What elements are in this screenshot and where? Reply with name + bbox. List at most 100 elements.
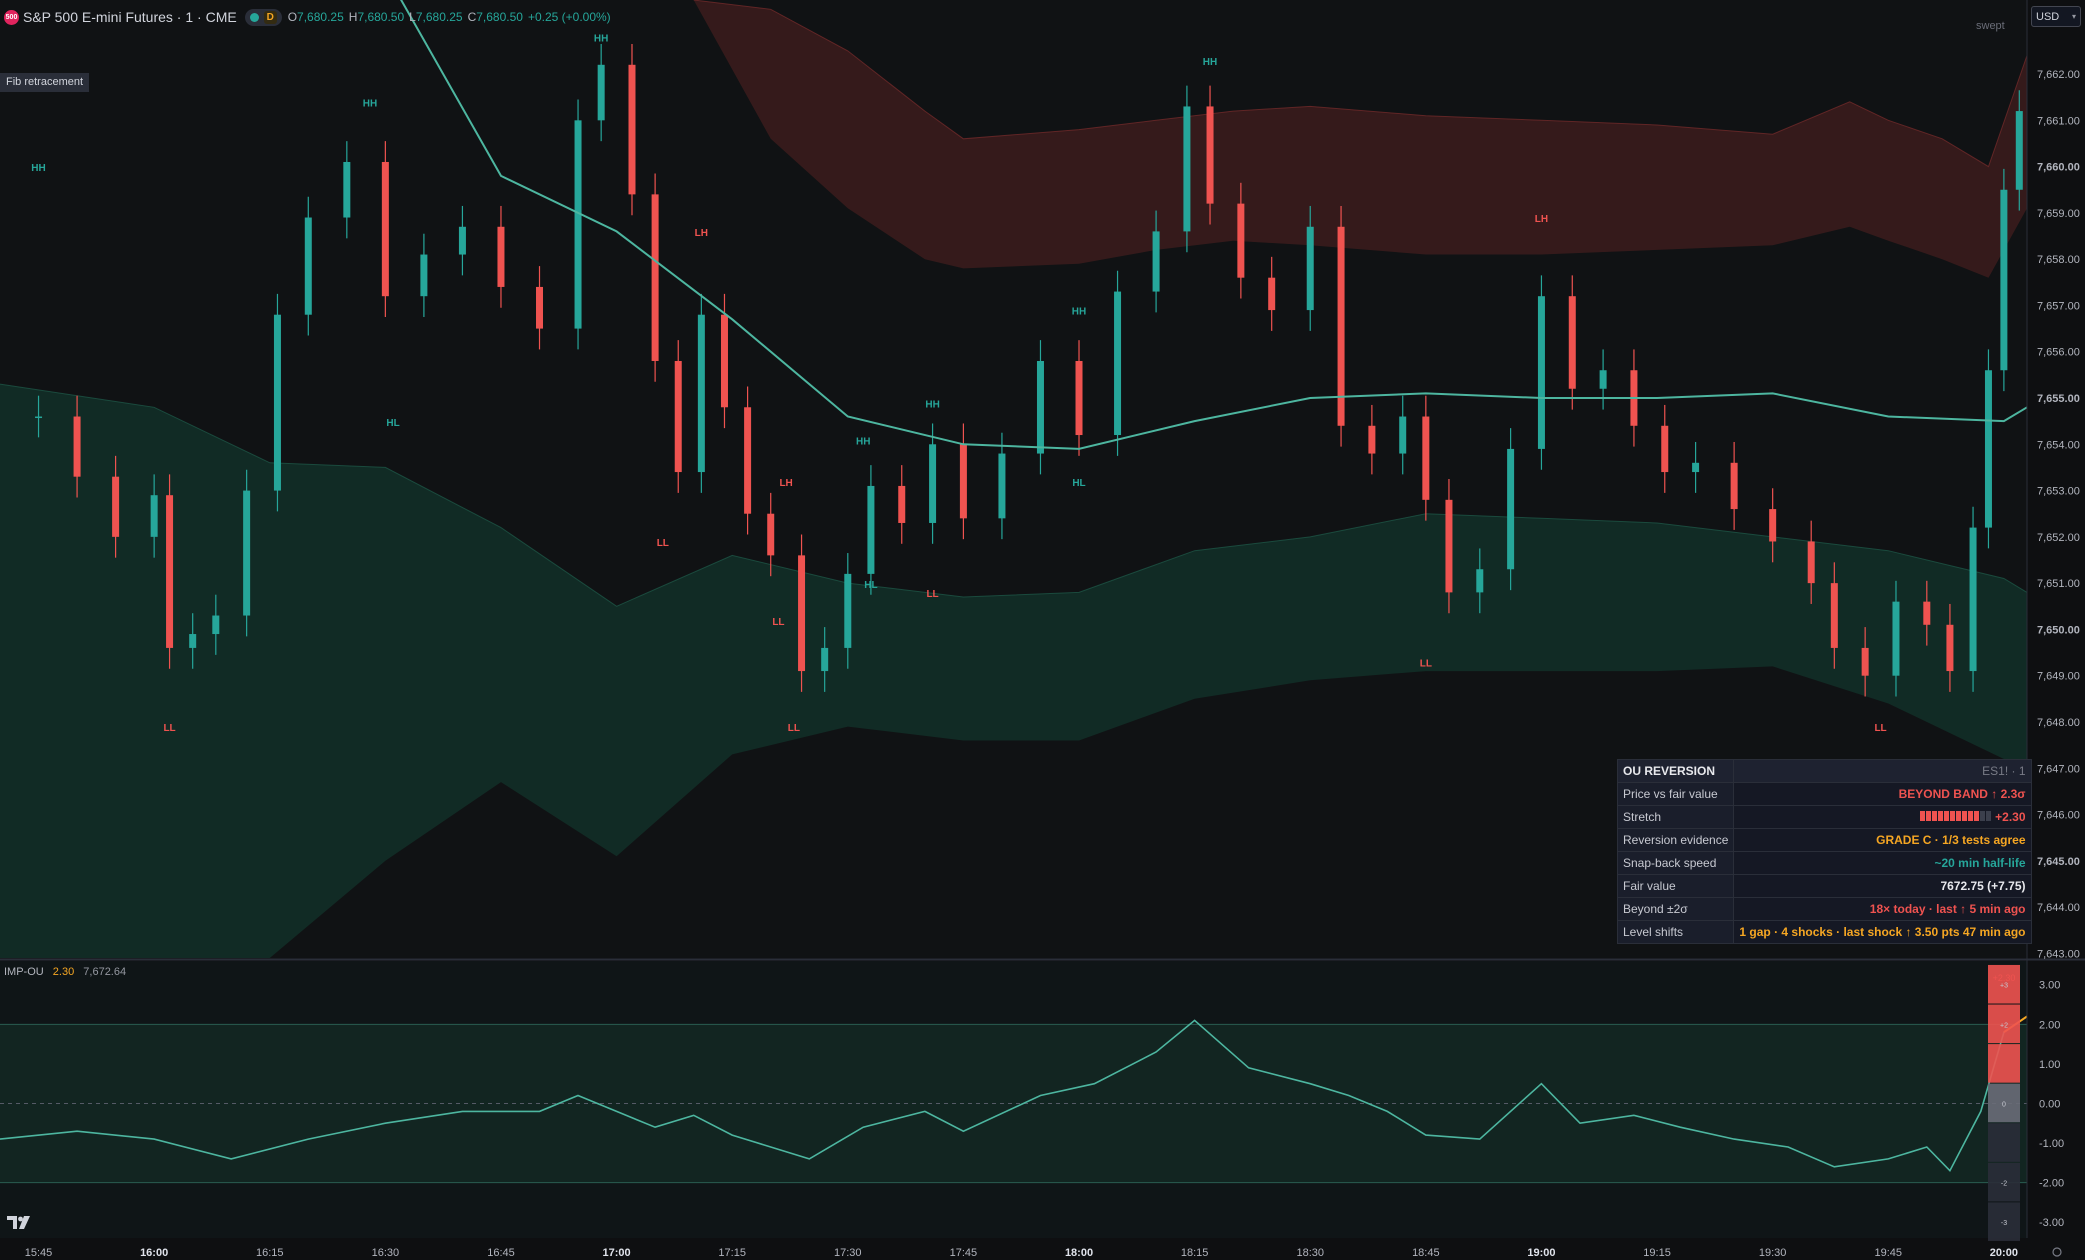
currency-select[interactable]: USD ▾ [2031,6,2081,27]
candle-body [1730,462,1738,510]
stretch-segment [1962,811,1968,822]
panel-row-label: Beyond ±2σ [1616,897,1735,921]
panel-title: OU REVERSION [1616,759,1735,783]
price-axis-label: 7,647.00 [2037,763,2080,775]
candle [1114,270,1122,456]
swing-label: HL [864,580,877,591]
swing-label: LL [657,538,669,549]
candle-body [798,555,806,672]
swing-label: LL [163,723,175,734]
indicator-name[interactable]: IMP-OU [4,966,44,978]
panel-row-label: Level shifts [1616,920,1735,944]
time-axis-label: 17:45 [950,1247,978,1259]
candle-body [304,217,312,315]
time-axis-label: 17:30 [834,1247,862,1259]
candle-body [1422,416,1430,500]
candle-body [1807,541,1815,584]
ohlc-open: O7,680.25 [287,10,344,24]
price-axis-label: 7,643.00 [2037,948,2080,960]
market-open-dot-icon [249,12,259,22]
swing-label: HH [363,98,377,109]
candle-body [1692,462,1700,473]
candle [166,474,174,669]
candle-body [212,615,220,635]
price-axis-label: 7,645.00 [2037,856,2080,868]
stretch-segment [1974,811,1980,822]
candle-body [1368,425,1376,454]
stretch-cell: +2.30 [1733,805,2032,829]
candle [1969,506,1977,692]
price-axis-label: 7,657.00 [2037,300,2080,312]
candle-body [1399,416,1407,454]
time-axis-label: 18:15 [1181,1247,1209,1259]
stretch-segment [1986,811,1992,822]
candle-body [929,444,937,523]
candle-body [497,226,505,287]
candle-body [674,360,682,473]
price-axis-label: 7,653.00 [2037,486,2080,498]
candle-body [150,495,158,537]
oscillator-pane[interactable]: +3 +2 0 -2 -3 +2.30 [0,961,2028,1241]
candle [574,99,582,350]
symbol-header[interactable]: 500 S&P 500 E-mini Futures · 1 · CME D O… [4,6,611,28]
ladder-cell-label: +3 [2000,983,2008,990]
time-axis-label: 20:00 [1990,1247,2018,1259]
ohlc-high: H7,680.50 [348,10,405,24]
price-axis-label: 7,660.00 [2037,162,2080,174]
candle-body [821,647,829,672]
candle [1984,349,1992,549]
indicator-value-1: 2.30 [52,966,75,978]
candle-body [651,194,659,361]
time-axis-label: 18:45 [1412,1247,1440,1259]
panel-row-label: Snap-back speed [1616,851,1735,875]
osc-axis-label: 2.00 [2039,1019,2060,1031]
candle-body [1206,106,1214,204]
time-axis-label: 19:30 [1759,1247,1787,1259]
osc-axis-label: -3.00 [2039,1217,2064,1229]
time-axis-label: 19:45 [1875,1247,1903,1259]
osc-ladder-cell: -3 [1988,1202,2020,1241]
osc-axis-label: 3.00 [2039,980,2060,992]
swept-label: swept [1976,20,2005,32]
candle-body [959,444,967,519]
price-axis-label: 7,646.00 [2037,810,2080,822]
panel-row-label: Reversion evidence [1616,828,1735,852]
ohlc-low: L7,680.25 [409,10,463,24]
candle-body [1152,231,1160,292]
chart-canvas[interactable]: HH HH HL LL HH LH LL LH LL LL HH HL HH LL HH HL HH LH LL LL… [0,0,2085,1260]
candle [1507,428,1515,591]
delayed-data-badge: D [263,10,277,24]
indicator-legend[interactable]: IMP-OU 2.30 7,672.64 [4,966,132,978]
candle-body [628,64,636,195]
candle-body [1661,425,1669,473]
stretch-segment [1926,811,1932,822]
osc-current-value: +2.30 [1993,973,2016,983]
osc-ladder-cell [1988,1044,2020,1083]
osc-ladder-cell: +2 [1988,1004,2020,1044]
market-status-pill[interactable]: D [244,8,282,26]
price-change: +0.25 (+0.00%) [527,10,611,24]
candle-body [1036,360,1044,454]
panel-row: Fair value 7672.75 (+7.75) [1616,874,2032,898]
osc-axis-label: 1.00 [2039,1059,2060,1071]
candle-body [1268,277,1276,311]
candle-body [1306,226,1314,311]
tradingview-logo-icon[interactable] [7,1216,33,1230]
candle-body [35,416,43,419]
candle-body [343,161,351,218]
price-axis-label: 7,651.00 [2037,578,2080,590]
candle-body [536,286,544,329]
candle-body [1946,624,1954,672]
swing-label: HL [386,418,399,429]
ladder-cell-label: 0 [2002,1101,2006,1108]
time-axis-label: 16:30 [372,1247,400,1259]
panel-context: ES1! · 1 [1733,759,2032,783]
time-axis-label: 16:00 [140,1247,168,1259]
candle-body [767,513,775,556]
price-axis-label: 7,661.00 [2037,115,2080,127]
candle [2000,168,2008,392]
snap-back-speed: ~20 min half-life [1733,851,2032,875]
time-axis-label: 19:15 [1643,1247,1671,1259]
stretch-segment [1950,811,1956,822]
symbol-title[interactable]: S&P 500 E-mini Futures · 1 · CME [23,9,237,25]
